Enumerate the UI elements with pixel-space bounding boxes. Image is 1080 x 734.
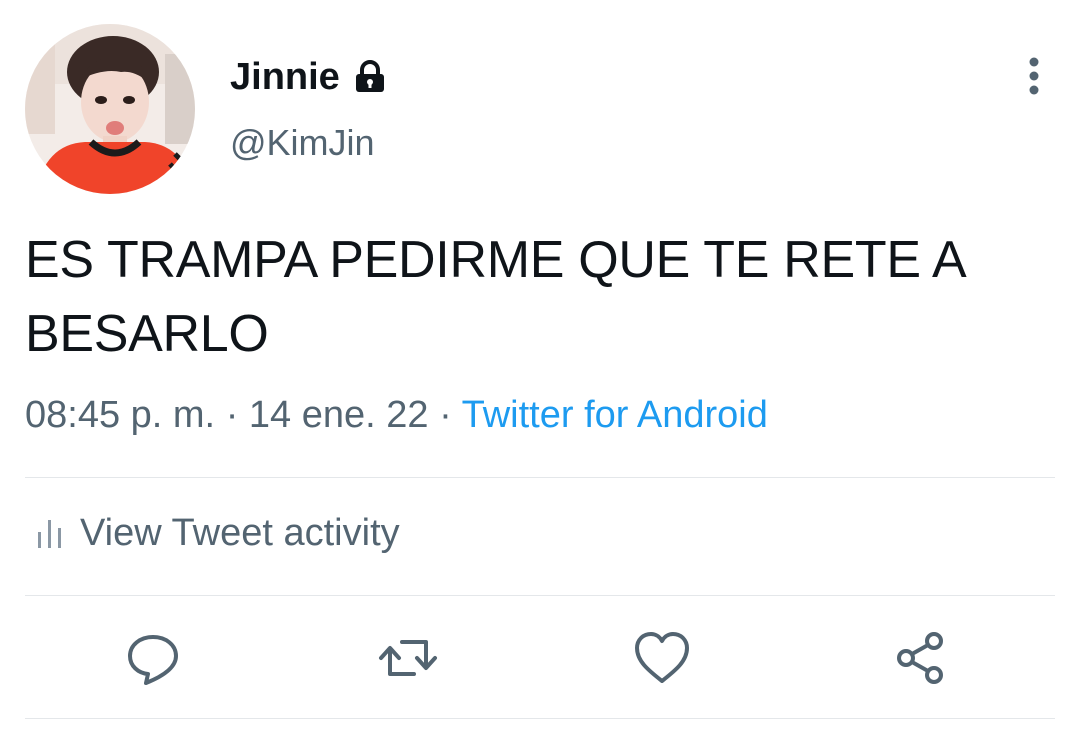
- tweet-source-link[interactable]: Twitter for Android: [462, 394, 768, 436]
- avatar-image: [25, 24, 195, 194]
- view-tweet-activity-button[interactable]: View Tweet activity: [36, 512, 400, 555]
- like-button[interactable]: [632, 628, 692, 688]
- more-options-button[interactable]: [1014, 56, 1054, 96]
- divider: [25, 718, 1055, 719]
- lock-icon: [352, 59, 388, 95]
- reply-icon: [128, 635, 178, 685]
- retweet-icon: [379, 640, 437, 676]
- tweet-meta: 08:45 p. m. · 14 ene. 22 · Twitter for A…: [25, 394, 768, 437]
- retweet-button[interactable]: [378, 628, 438, 688]
- view-tweet-activity-label: View Tweet activity: [80, 512, 400, 554]
- more-vertical-icon: [1029, 57, 1039, 95]
- display-name[interactable]: Jinnie: [230, 56, 340, 99]
- user-handle[interactable]: @KimJin: [230, 122, 375, 164]
- heart-icon: [635, 632, 689, 683]
- display-name-row: Jinnie: [230, 52, 388, 102]
- reply-button[interactable]: [123, 628, 183, 688]
- tweet-date[interactable]: 14 ene. 22: [249, 394, 429, 436]
- tweet-time[interactable]: 08:45 p. m.: [25, 394, 215, 436]
- avatar[interactable]: [25, 24, 195, 194]
- divider: [25, 477, 1055, 478]
- share-button[interactable]: [890, 628, 950, 688]
- divider: [25, 595, 1055, 596]
- meta-separator: ·: [225, 394, 239, 436]
- meta-separator: ·: [439, 394, 452, 436]
- tweet-actions-bar: [0, 628, 1080, 688]
- tweet-detail: Jinnie @KimJin ES TRAMPA PEDIRME QUE TE …: [0, 0, 1080, 734]
- bar-chart-icon: [36, 516, 64, 552]
- tweet-text: ES TRAMPA PEDIRME QUE TE RETE A BESARLO: [25, 231, 964, 363]
- share-icon: [897, 632, 943, 684]
